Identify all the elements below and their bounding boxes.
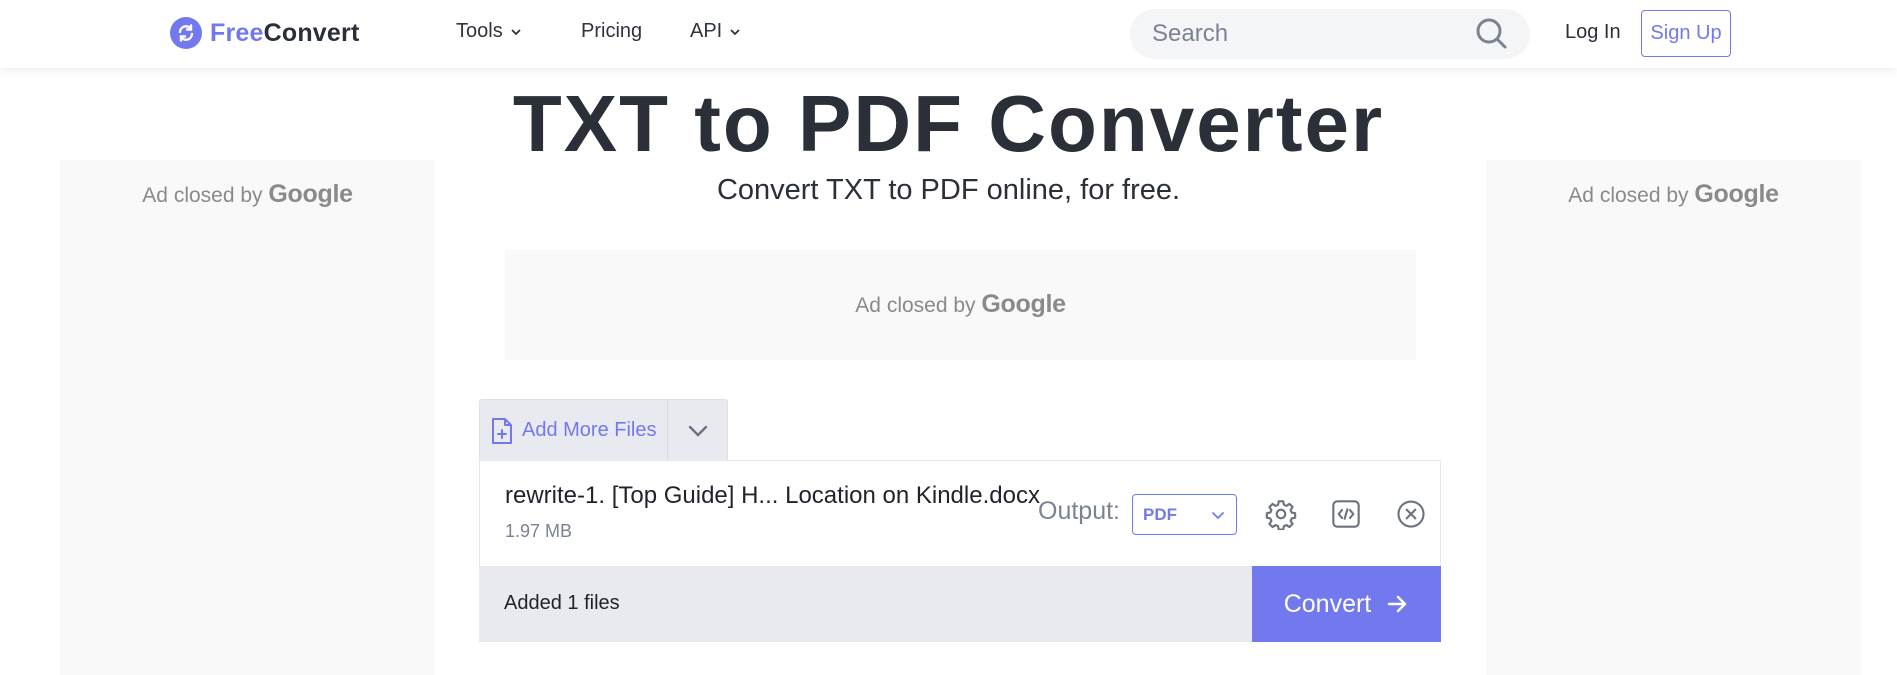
google-logo: Google: [981, 290, 1066, 318]
nav-api-label: API: [690, 20, 723, 42]
output-format-value: PDF: [1143, 504, 1177, 524]
page-subtitle: Convert TXT to PDF online, for free.: [716, 174, 1181, 206]
nav-pricing-label: Pricing: [581, 20, 643, 42]
logo-text: FreeConvert: [210, 19, 359, 48]
upload-footer: Added 1 files Convert: [479, 566, 1441, 642]
ad-right: Ad closed by Google: [1486, 160, 1861, 675]
nav-pricing[interactable]: Pricing: [581, 20, 642, 43]
settings-button[interactable]: [1260, 493, 1302, 535]
logo[interactable]: FreeConvert: [170, 17, 359, 49]
search-input[interactable]: [1152, 20, 1474, 48]
logo-text-free: Free: [210, 18, 264, 47]
arrow-right-icon: [1388, 595, 1407, 613]
add-files-bar: Add More Files: [479, 399, 728, 461]
ad-closed-text: Ad closed by Google: [505, 290, 1416, 319]
output-label: Output:: [1038, 497, 1120, 525]
gear-icon: [1265, 500, 1297, 530]
file-size: 1.97 MB: [505, 521, 573, 541]
page: FreeConvert Tools Pricing API Log In Sig…: [0, 0, 1897, 675]
chevron-down-icon: [730, 28, 740, 35]
search-icon[interactable]: [1474, 16, 1510, 52]
file-plus-icon: [492, 417, 512, 444]
output-format-select[interactable]: PDF: [1132, 494, 1237, 535]
file-item: rewrite-1. [Top Guide] H... Location on …: [479, 460, 1441, 567]
nav-tools-label: Tools: [456, 20, 503, 42]
close-circle-icon: [1397, 500, 1425, 528]
login-link[interactable]: Log In: [1565, 21, 1621, 44]
file-name: rewrite-1. [Top Guide] H... Location on …: [505, 482, 1040, 509]
convert-label: Convert: [1283, 589, 1372, 618]
page-title: TXT to PDF Converter: [512, 79, 1385, 168]
code-icon: [1332, 500, 1360, 528]
nav-tools[interactable]: Tools: [456, 20, 523, 43]
ad-left: Ad closed by Google: [60, 160, 435, 675]
add-more-files-label: Add More Files: [522, 419, 657, 441]
add-files-dropdown-toggle[interactable]: [668, 400, 727, 461]
signup-button[interactable]: Sign Up: [1641, 10, 1731, 57]
files-added-status: Added 1 files: [504, 592, 620, 614]
search-box: [1130, 9, 1530, 59]
convert-button[interactable]: Convert: [1252, 566, 1441, 642]
nav-api[interactable]: API: [690, 20, 742, 43]
add-more-files-button[interactable]: Add More Files: [480, 400, 668, 461]
ad-prefix: Ad closed by: [855, 294, 976, 317]
remove-file-button[interactable]: [1390, 493, 1432, 535]
logo-text-convert: Convert: [263, 18, 360, 47]
ad-middle: Ad closed by Google: [505, 250, 1416, 360]
chevron-down-icon: [511, 28, 521, 35]
refresh-circle-icon: [170, 17, 202, 49]
chevron-down-icon: [688, 425, 707, 437]
chevron-down-icon: [1212, 511, 1224, 519]
embed-code-button[interactable]: [1325, 493, 1367, 535]
site-header: FreeConvert Tools Pricing API Log In Sig…: [0, 0, 1897, 68]
